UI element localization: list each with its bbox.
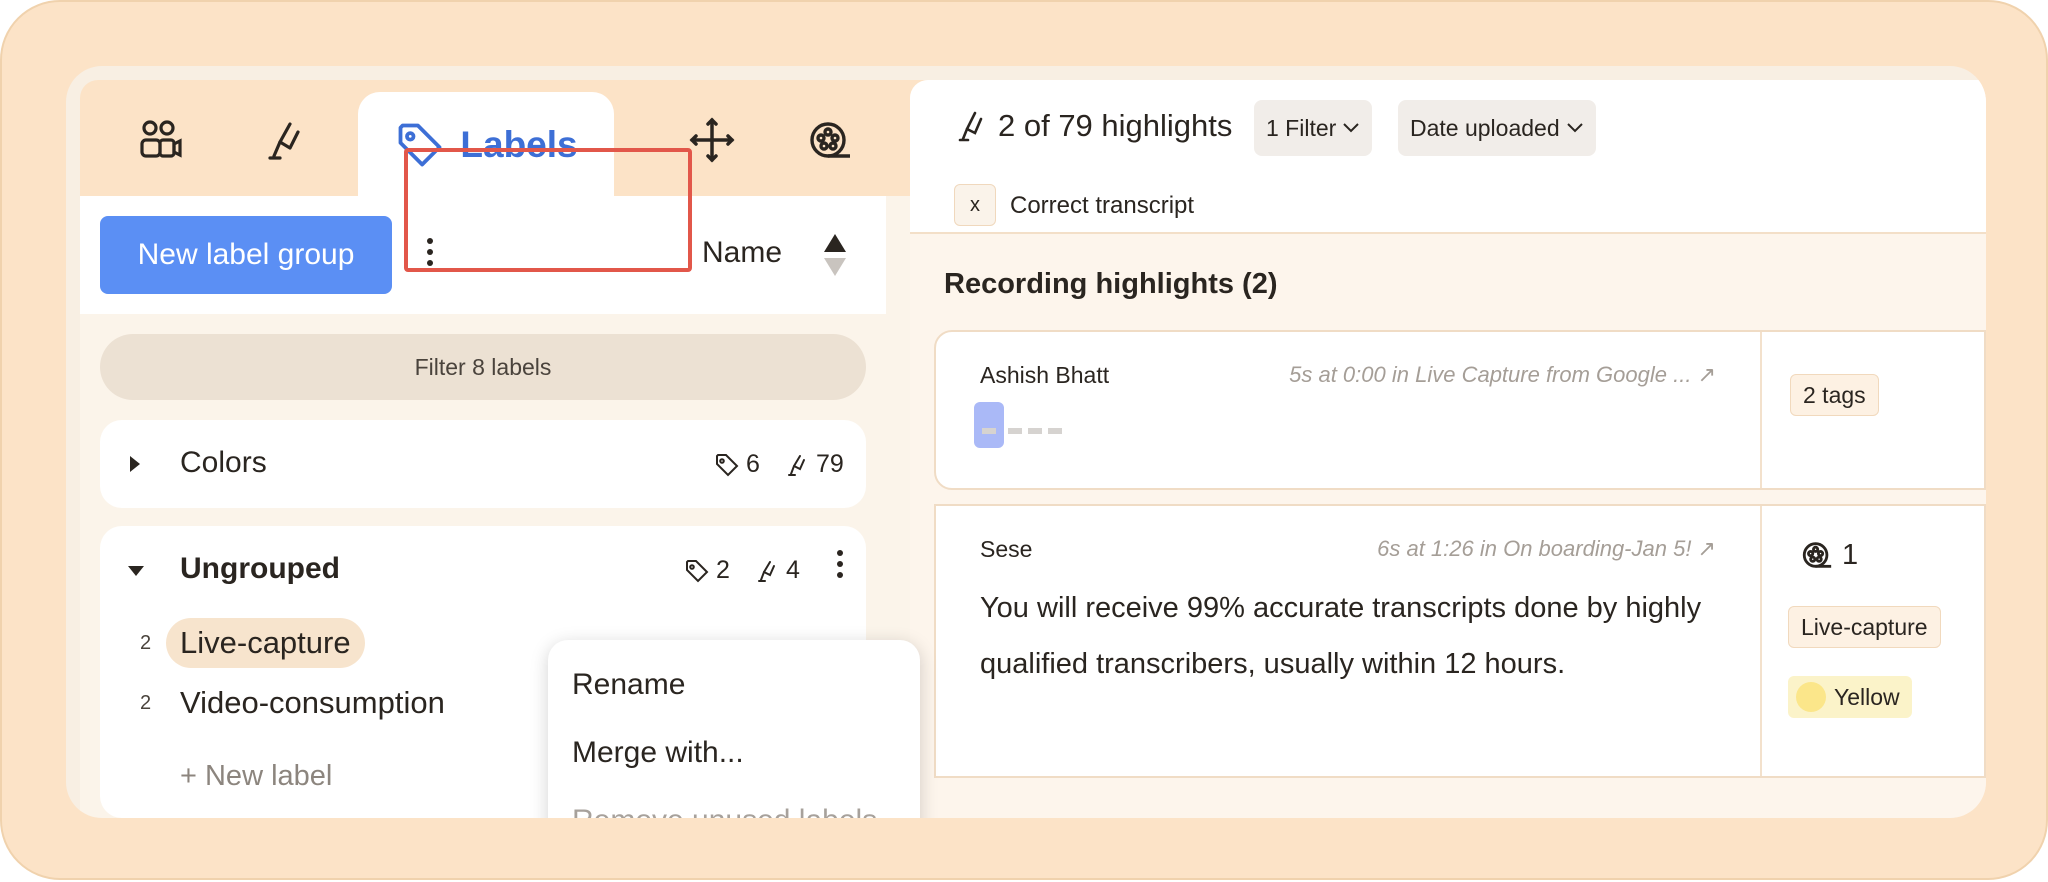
tab-bar: Labels — [80, 80, 950, 198]
outer-frame: Labels New label group Name Filter 8 lab… — [0, 0, 2048, 880]
filter-button[interactable]: 1 Filter — [1254, 100, 1373, 156]
chevron-down-icon — [1343, 123, 1360, 133]
caret-down-icon[interactable] — [126, 564, 146, 578]
sort-arrows-icon[interactable] — [822, 232, 848, 278]
group-context-menu: Rename Merge with... Remove unused label… — [548, 640, 920, 818]
group-card-colors[interactable]: Colors 6 79 — [100, 420, 866, 508]
tag-icon — [716, 453, 739, 476]
menu-item-rename[interactable]: Rename — [572, 668, 685, 702]
highlight-count: 79 — [784, 450, 844, 479]
sort-button[interactable]: Date uploaded — [1398, 100, 1596, 156]
yellow-dot-icon — [1796, 682, 1826, 712]
highlight-author: Sese — [980, 536, 1033, 562]
label-row[interactable]: 2 Video-consumption — [100, 678, 600, 728]
tab-labels[interactable]: Labels — [358, 92, 614, 198]
label-usage-count: 2 — [140, 632, 152, 654]
labels-toolbar: New label group Name — [80, 196, 886, 314]
film-reel-icon[interactable] — [800, 110, 860, 170]
transcript-loading-placeholder — [974, 402, 1062, 448]
tab-labels-label: Labels — [460, 124, 578, 165]
filter-labels-input[interactable]: Filter 8 labels — [100, 334, 866, 400]
highlights-panel: 2 of 79 highlights 1 Filter Date uploade… — [910, 80, 1986, 818]
highlight-transcript: You will receive 99% accurate transcript… — [980, 592, 1702, 680]
group-name: Colors — [180, 446, 267, 479]
caret-right-icon[interactable] — [128, 454, 142, 474]
color-tag-label: Yellow — [1834, 683, 1900, 710]
label-count: 2 — [684, 556, 730, 585]
label-tag[interactable]: Live-capture — [1788, 606, 1941, 648]
chevron-down-icon — [1566, 123, 1583, 133]
group-name: Ungrouped — [180, 552, 340, 585]
highlight-author: Ashish Bhatt — [980, 362, 1110, 388]
highlighter-icon — [788, 454, 805, 476]
highlight-card[interactable]: Ashish Bhatt 5s at 0:00 in Live Capture … — [934, 330, 1986, 490]
group-header[interactable]: Colors 6 79 — [100, 420, 866, 508]
label-usage-count: 2 — [140, 692, 152, 714]
highlight-card[interactable]: Sese 6s at 1:26 in On boarding-Jan 5! ↗ … — [934, 504, 1986, 778]
highlight-count-text: 2 of 79 highlights — [954, 108, 1232, 144]
tags-count-badge[interactable]: 2 tags — [1790, 374, 1879, 416]
active-filter-label: Correct transcript — [1010, 192, 1195, 219]
toolbar-more-icon[interactable] — [420, 238, 440, 266]
section-title: Recording highlights (2) — [944, 268, 1278, 300]
app-window: Labels New label group Name Filter 8 lab… — [66, 66, 1986, 818]
highlighter-icon — [958, 111, 983, 142]
remove-filter-button[interactable]: x — [954, 184, 996, 226]
highlight-source-link[interactable]: 5s at 0:00 in Live Capture from Google .… — [1289, 362, 1716, 388]
label-name[interactable]: Live-capture — [166, 618, 365, 668]
highlight-count: 4 — [754, 556, 800, 585]
group-header[interactable]: Ungrouped 2 4 — [100, 526, 866, 614]
label-row[interactable]: 2 Live-capture — [100, 618, 600, 668]
plus-icon[interactable] — [682, 110, 742, 170]
menu-item-merge[interactable]: Merge with... — [572, 736, 744, 770]
new-label-group-button[interactable]: New label group — [100, 216, 392, 294]
people-icon[interactable] — [130, 110, 190, 170]
highlights-header: 2 of 79 highlights 1 Filter Date uploade… — [910, 80, 1986, 234]
label-name[interactable]: Video-consumption — [166, 678, 459, 728]
film-reel-icon — [1802, 542, 1832, 568]
highlighter-icon — [758, 560, 775, 582]
label-count: 6 — [714, 450, 760, 479]
menu-item-remove-unused: Remove unused labels — [572, 804, 877, 818]
highlight-side: 2 tags — [1762, 332, 1984, 488]
tag-icon — [686, 559, 709, 582]
new-label-button[interactable]: + New label — [180, 760, 332, 793]
highlight-source-link[interactable]: 6s at 1:26 in On boarding-Jan 5! ↗ — [1377, 536, 1716, 562]
highlighter-icon[interactable] — [254, 110, 314, 170]
highlight-side: 1 Live-capture Yellow — [1762, 506, 1984, 776]
tag-icon — [398, 123, 442, 167]
sort-field[interactable]: Name — [702, 236, 782, 270]
group-more-icon[interactable] — [830, 550, 850, 578]
reel-count: 1 — [1800, 538, 1858, 572]
color-tag[interactable]: Yellow — [1788, 676, 1912, 718]
